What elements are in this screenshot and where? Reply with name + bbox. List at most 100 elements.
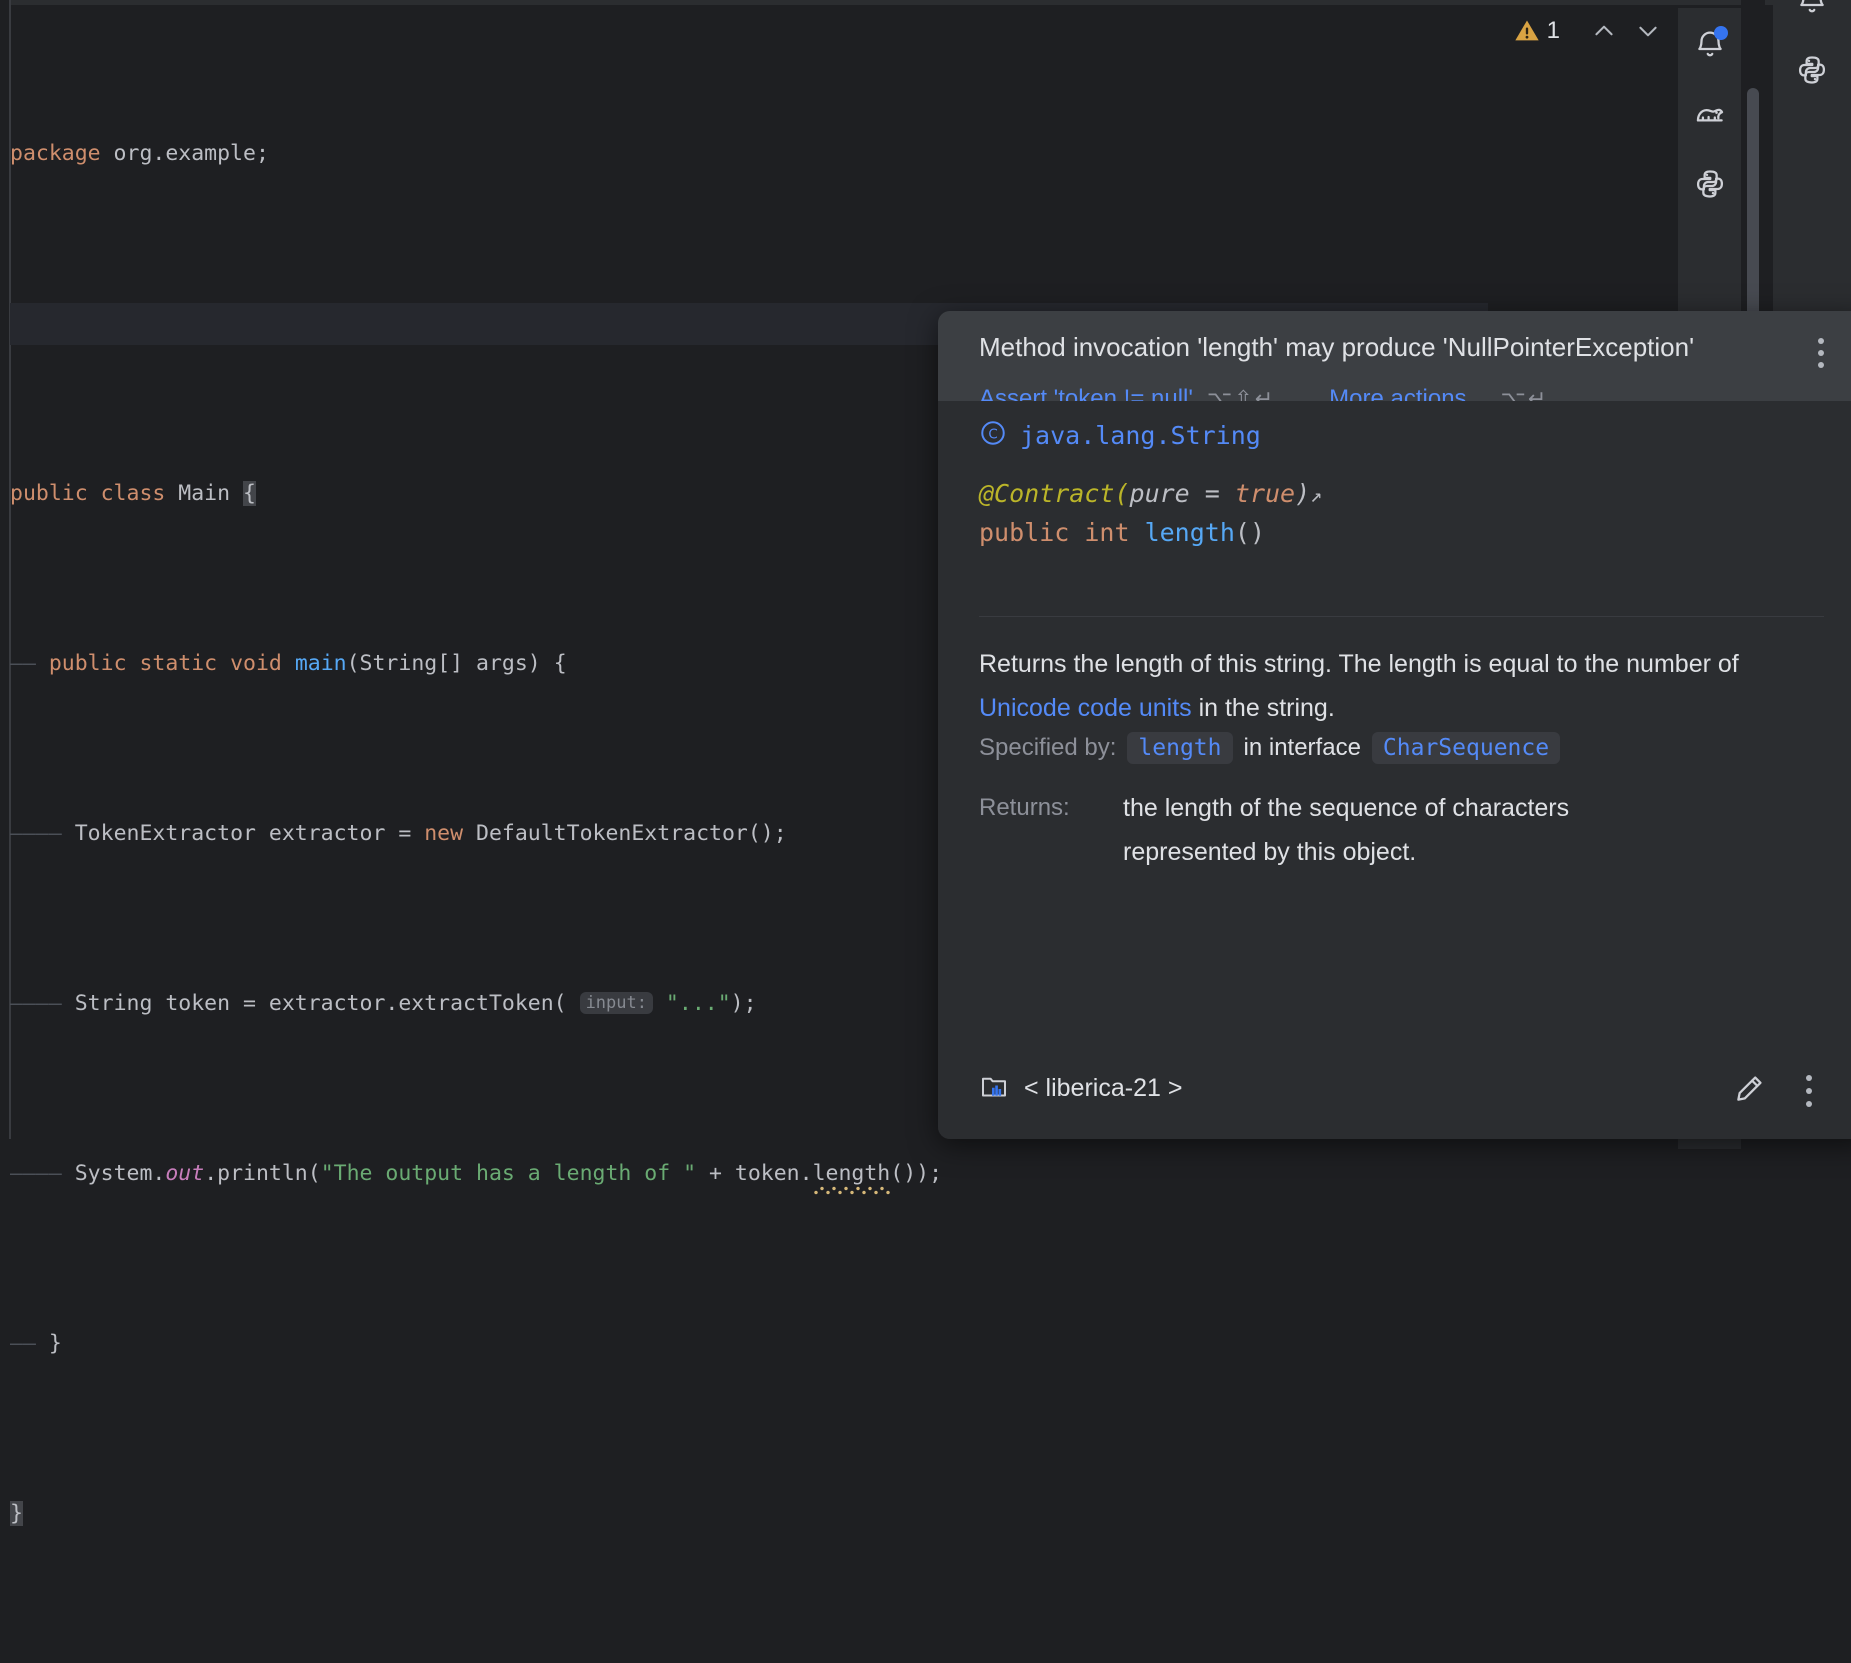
token-package-name: org.example; xyxy=(100,140,269,166)
token-keyword-public: public xyxy=(10,480,88,506)
class-icon: C xyxy=(979,419,1007,452)
inspection-documentation-popup[interactable]: Method invocation 'length' may produce '… xyxy=(938,311,1851,1139)
specified-by-member-chip[interactable]: length xyxy=(1127,732,1233,764)
doc-part-2: in the string. xyxy=(1191,694,1335,722)
method-signature: @Contract(pure = true)↗ public int lengt… xyxy=(979,475,1322,551)
popup-documentation-body[interactable]: C java.lang.String @Contract(pure = true… xyxy=(938,401,1851,1049)
footer-icon-group[interactable] xyxy=(1732,1069,1824,1113)
signature-return-type: int xyxy=(1084,518,1145,547)
signature-modifiers: public xyxy=(979,518,1085,547)
code-line-8[interactable]: —— } xyxy=(10,1323,942,1366)
specified-by-connector: in interface xyxy=(1243,734,1361,761)
token-println: .println( xyxy=(204,1160,321,1186)
code-content[interactable]: package org.example; public class Main {… xyxy=(10,5,942,1663)
code-line-6[interactable]: ———— String token = extractor.extractTok… xyxy=(10,983,942,1026)
next-problem-button[interactable] xyxy=(1626,11,1670,51)
sidebar2-item-notifications[interactable] xyxy=(1786,0,1838,26)
token-keyword-new: new xyxy=(424,820,464,846)
popup-more-options-icon[interactable] xyxy=(1803,333,1839,373)
external-link-icon[interactable]: ↗ xyxy=(1310,483,1322,507)
indent-guide: —— xyxy=(35,990,62,1016)
code-line-9[interactable]: } xyxy=(10,1493,942,1536)
token-plus-token: + token. xyxy=(696,1160,813,1186)
kebab-dot xyxy=(1806,1075,1812,1081)
annotation-equals: = xyxy=(1189,479,1235,508)
indent-guide: —— xyxy=(10,650,36,676)
token-length-warning[interactable]: length xyxy=(812,1160,891,1195)
svg-text:C: C xyxy=(988,427,997,442)
indent-guide: —— xyxy=(35,820,62,846)
warning-triangle-icon xyxy=(1513,17,1541,45)
token-tail: ()); xyxy=(890,1160,943,1186)
notification-badge-dot xyxy=(1713,26,1728,40)
code-line-7[interactable]: ———— System.out.println("The output has … xyxy=(10,1153,942,1196)
signature-method-name: length xyxy=(1144,518,1235,547)
specified-by-row: Specified by: length in interface CharSe… xyxy=(979,732,1839,764)
kebab-dot xyxy=(1818,362,1824,368)
footer-more-options-icon[interactable] xyxy=(1794,1069,1824,1113)
token-main-params: (String[] args) { xyxy=(346,650,567,676)
indent-guide: —— xyxy=(10,1330,36,1356)
annotation-value-true: true xyxy=(1234,479,1296,508)
signature-parens: () xyxy=(1234,518,1265,547)
kebab-dot xyxy=(1818,338,1824,344)
sidebar-item-notifications[interactable] xyxy=(1684,18,1736,70)
token-close-brace-outer: } xyxy=(10,1500,23,1526)
indent-guide: —— xyxy=(10,990,36,1016)
library-folder-icon xyxy=(979,1071,1009,1106)
sdk-row[interactable]: < liberica-21 > xyxy=(979,1071,1182,1106)
pencil-icon[interactable] xyxy=(1732,1072,1766,1111)
kebab-dot xyxy=(1806,1101,1812,1107)
token-close-semi: ); xyxy=(730,990,757,1016)
unicode-code-units-link[interactable]: Unicode code units xyxy=(979,694,1192,722)
kebab-dot xyxy=(1818,350,1824,356)
token-decl-extractor: TokenExtractor extractor = xyxy=(74,820,425,846)
token-close-brace-inner: } xyxy=(48,1330,62,1356)
kebab-dot xyxy=(1806,1088,1812,1094)
token-keyword-void: void xyxy=(230,650,295,676)
popup-footer: < liberica-21 > xyxy=(938,1049,1851,1139)
doc-part-1: Returns the length of this string. The l… xyxy=(979,650,1739,678)
specified-by-label: Specified by: xyxy=(979,734,1117,761)
token-string-message: "The output has a length of " xyxy=(320,1160,697,1186)
code-line-2[interactable] xyxy=(10,303,942,346)
annotation-param-pure: pure xyxy=(1129,479,1190,508)
indent-guide: —— xyxy=(10,820,36,846)
prev-problem-button[interactable] xyxy=(1582,11,1626,51)
returns-label: Returns: xyxy=(979,794,1070,821)
owner-class-row[interactable]: C java.lang.String xyxy=(979,419,1261,452)
token-method-main: main xyxy=(294,650,347,676)
code-line-4[interactable]: —— public static void main(String[] args… xyxy=(10,643,942,686)
code-line-3[interactable]: public class Main { xyxy=(10,473,942,516)
sidebar-item-python-packages[interactable] xyxy=(1684,158,1736,210)
token-keyword-public-2: public xyxy=(48,650,127,676)
token-class-name-main: Main xyxy=(178,480,244,506)
annotation-contract: @Contract( xyxy=(979,479,1130,508)
sidebar2-item-python[interactable] xyxy=(1786,44,1838,96)
returns-value: the length of the sequence of characters… xyxy=(1123,794,1570,866)
indent-guide: —— xyxy=(10,1160,36,1186)
popup-divider xyxy=(979,616,1824,617)
inspection-widget[interactable]: 1 xyxy=(1513,8,1670,54)
documentation-description: Returns the length of this string. The l… xyxy=(979,642,1819,730)
sdk-name: < liberica-21 > xyxy=(1024,1074,1183,1102)
token-keyword-class: class xyxy=(87,480,179,506)
token-ctor-call: DefaultTokenExtractor(); xyxy=(463,820,787,846)
warning-count: 1 xyxy=(1546,17,1560,44)
parameter-hint-input[interactable]: input: xyxy=(579,991,653,1014)
specified-by-interface-chip[interactable]: CharSequence xyxy=(1371,732,1561,764)
owner-class-name[interactable]: java.lang.String xyxy=(1020,421,1261,450)
token-keyword-static: static xyxy=(126,650,231,676)
code-line-1[interactable]: package org.example; xyxy=(10,133,942,176)
popup-title: Method invocation 'length' may produce '… xyxy=(979,332,1695,362)
token-keyword-package: package xyxy=(10,140,101,166)
token-system: System. xyxy=(74,1160,166,1186)
indent-guide: —— xyxy=(35,1160,62,1186)
sidebar-item-gradle[interactable] xyxy=(1684,88,1736,140)
token-string-dots: "..." xyxy=(652,990,731,1016)
token-brace-open-highlight: { xyxy=(243,480,256,506)
code-line-5[interactable]: ———— TokenExtractor extractor = new Defa… xyxy=(10,813,942,856)
token-decl-token: String token = extractor.extractToken( xyxy=(74,990,580,1016)
token-field-out: out xyxy=(165,1160,205,1186)
annotation-close-paren: ) xyxy=(1295,479,1311,508)
